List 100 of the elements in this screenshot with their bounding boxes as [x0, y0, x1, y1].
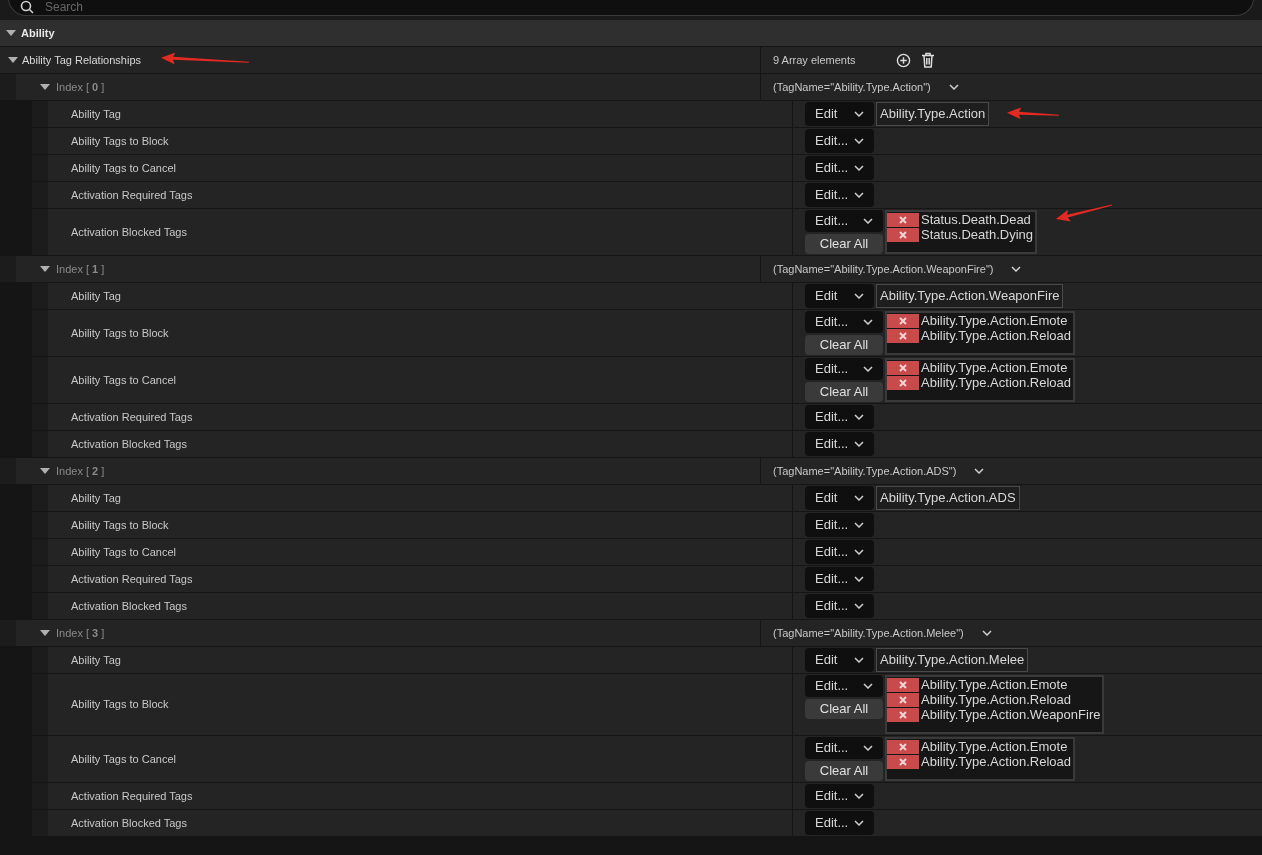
- edit-dropdown-button[interactable]: Edit...: [805, 737, 883, 759]
- remove-tag-button[interactable]: [887, 677, 919, 692]
- array-index-label: Index [ 3 ]: [56, 625, 105, 641]
- expanded-triangle-icon[interactable]: [40, 264, 50, 274]
- edit-dropdown-button[interactable]: Edit...: [805, 675, 883, 697]
- remove-tag-button[interactable]: [887, 313, 919, 328]
- array-index-label: Index [ 0 ]: [56, 79, 105, 95]
- edit-dropdown-button[interactable]: Edit...: [805, 183, 874, 207]
- array-label: Ability Tag Relationships: [22, 52, 142, 68]
- property-label: Ability Tag: [71, 288, 121, 304]
- chevron-down-icon: [854, 522, 864, 528]
- tag-name: Status.Death.Dying: [921, 227, 1033, 242]
- element-summary: (TagName="Ability.Type.Action.ADS"): [773, 463, 957, 479]
- property-label: Activation Required Tags: [71, 187, 193, 203]
- chevron-down-icon: [854, 549, 864, 555]
- edit-dropdown-button[interactable]: Edit...: [805, 432, 874, 456]
- search-icon: [20, 0, 34, 14]
- chevron-down-icon: [854, 576, 864, 582]
- edit-dropdown-button[interactable]: Edit...: [805, 405, 874, 429]
- remove-tag-button[interactable]: [887, 692, 919, 707]
- close-icon: [899, 331, 907, 340]
- edit-dropdown-button[interactable]: Edit: [805, 648, 874, 672]
- property-label: Ability Tag: [71, 106, 121, 122]
- close-icon: [899, 695, 907, 704]
- element-summary: (TagName="Ability.Type.Action"): [773, 79, 931, 95]
- property-label: Ability Tags to Block: [71, 517, 169, 533]
- chevron-down-icon: [863, 745, 873, 751]
- chevron-down-icon: [854, 820, 864, 826]
- property-label: Ability Tags to Block: [71, 133, 169, 149]
- close-icon: [899, 215, 907, 224]
- edit-dropdown-button[interactable]: Edit: [805, 284, 874, 308]
- edit-dropdown-button[interactable]: Edit: [805, 486, 874, 510]
- edit-dropdown-button[interactable]: Edit...: [805, 358, 883, 380]
- property-label: Activation Blocked Tags: [71, 224, 187, 240]
- property-label: Ability Tags to Cancel: [71, 160, 176, 176]
- tag-name: Ability.Type.Action.Reload: [921, 754, 1072, 769]
- tag-name: Ability.Type.Action.Reload: [921, 692, 1072, 707]
- chevron-down-icon: [974, 468, 985, 474]
- remove-tag-button[interactable]: [887, 212, 919, 227]
- tag-name: Ability.Type.Action.Emote: [921, 739, 1068, 754]
- remove-tag-button[interactable]: [887, 227, 919, 242]
- remove-tag-button[interactable]: [887, 754, 919, 769]
- array-index-label: Index [ 2 ]: [56, 463, 105, 479]
- property-label: Activation Blocked Tags: [71, 436, 187, 452]
- clear-all-button[interactable]: Clear All: [805, 699, 883, 719]
- tag-value-field: Ability.Type.Action.WeaponFire: [876, 284, 1064, 308]
- remove-tag-button[interactable]: [887, 360, 919, 375]
- element-summary: (TagName="Ability.Type.Action.WeaponFire"): [773, 261, 994, 277]
- expanded-triangle-icon[interactable]: [6, 28, 16, 38]
- edit-dropdown-button[interactable]: Edit: [805, 102, 874, 126]
- edit-dropdown-button[interactable]: Edit...: [805, 129, 874, 153]
- chevron-down-icon: [854, 293, 864, 299]
- remove-tag-button[interactable]: [887, 328, 919, 343]
- property-label: Ability Tags to Block: [71, 325, 169, 341]
- chevron-down-icon: [863, 218, 873, 224]
- chevron-down-icon: [863, 683, 873, 689]
- tag-name: Ability.Type.Action.Reload: [921, 375, 1072, 390]
- edit-dropdown-button[interactable]: Edit...: [805, 513, 874, 537]
- edit-dropdown-button[interactable]: Edit...: [805, 540, 874, 564]
- clear-all-button[interactable]: Clear All: [805, 382, 883, 402]
- expanded-triangle-icon[interactable]: [8, 55, 18, 65]
- property-label: Ability Tag: [71, 490, 121, 506]
- edit-dropdown-button[interactable]: Edit...: [805, 784, 874, 808]
- tag-name: Ability.Type.Action.WeaponFire: [921, 707, 1101, 722]
- remove-tag-button[interactable]: [887, 375, 919, 390]
- clear-all-button[interactable]: Clear All: [805, 335, 883, 355]
- chevron-down-icon: [854, 441, 864, 447]
- edit-dropdown-button[interactable]: Edit...: [805, 311, 883, 333]
- chevron-down-icon: [854, 414, 864, 420]
- trash-icon[interactable]: [920, 52, 935, 68]
- edit-dropdown-button[interactable]: Edit...: [805, 594, 874, 618]
- property-label: Activation Blocked Tags: [71, 815, 187, 831]
- property-label: Activation Required Tags: [71, 409, 193, 425]
- close-icon: [899, 230, 907, 239]
- tag-name: Ability.Type.Action.Emote: [921, 677, 1068, 692]
- remove-tag-button[interactable]: [887, 739, 919, 754]
- edit-dropdown-button[interactable]: Edit...: [805, 156, 874, 180]
- search-field[interactable]: Search: [8, 0, 1254, 16]
- edit-dropdown-button[interactable]: Edit...: [805, 210, 883, 232]
- tag-name: Ability.Type.Action.Emote: [921, 360, 1068, 375]
- expanded-triangle-icon[interactable]: [40, 628, 50, 638]
- tag-name: Status.Death.Dead: [921, 212, 1031, 227]
- chevron-down-icon: [854, 192, 864, 198]
- chevron-down-icon: [854, 657, 864, 663]
- array-count: 9 Array elements: [773, 52, 856, 68]
- expanded-triangle-icon[interactable]: [40, 82, 50, 92]
- property-label: Ability Tag: [71, 652, 121, 668]
- edit-dropdown-button[interactable]: Edit...: [805, 567, 874, 591]
- close-icon: [899, 680, 907, 689]
- clear-all-button[interactable]: Clear All: [805, 234, 883, 254]
- expanded-triangle-icon[interactable]: [40, 466, 50, 476]
- chevron-down-icon: [863, 366, 873, 372]
- chevron-down-icon: [1011, 266, 1022, 272]
- edit-dropdown-button[interactable]: Edit...: [805, 811, 874, 835]
- tag-name: Ability.Type.Action.Emote: [921, 313, 1068, 328]
- chevron-down-icon: [863, 319, 873, 325]
- remove-tag-button[interactable]: [887, 707, 919, 722]
- close-icon: [899, 742, 907, 751]
- add-icon[interactable]: [895, 52, 911, 68]
- clear-all-button[interactable]: Clear All: [805, 761, 883, 781]
